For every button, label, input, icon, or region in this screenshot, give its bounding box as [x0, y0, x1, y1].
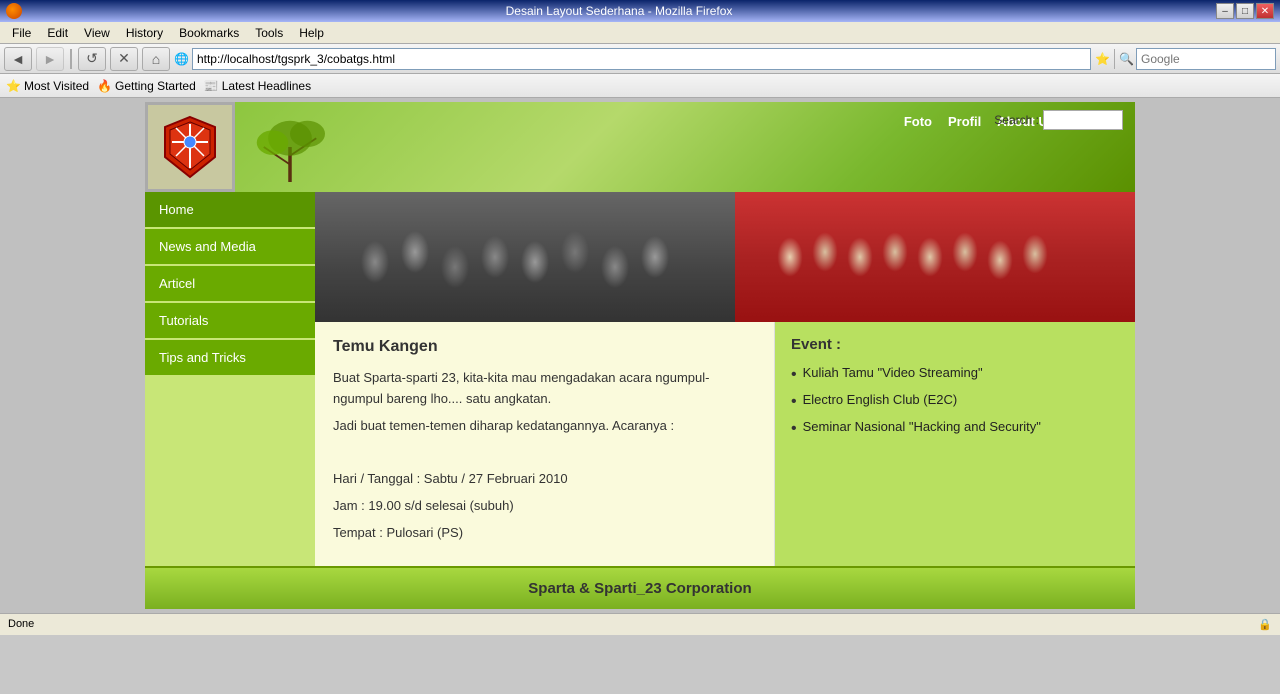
menu-bar: File Edit View History Bookmarks Tools H… [0, 22, 1280, 44]
browser-viewport: Foto Profil About Us Search : Home Ne [0, 98, 1280, 613]
menu-history[interactable]: History [118, 24, 171, 42]
forward-button[interactable]: ► [36, 47, 64, 71]
latest-headlines-icon: 📰 [204, 79, 219, 93]
content-sidebar: Event : • Kuliah Tamu "Video Streaming" … [775, 322, 1135, 566]
site-footer: Sparta & Sparti_23 Corporation [145, 566, 1135, 609]
bookmarks-bar: ⭐ Most Visited 🔥 Getting Started 📰 Lates… [0, 74, 1280, 98]
search-bar: 🔍 [1119, 48, 1276, 70]
event-label-0: Kuliah Tamu "Video Streaming" [803, 365, 983, 380]
site-body: Home News and Media Articel Tutorials Ti… [145, 192, 1135, 566]
group-photo [315, 192, 735, 322]
lock-icon: ⭐ [1095, 52, 1110, 66]
uniform-photo [735, 192, 1135, 322]
address-input[interactable] [192, 48, 1091, 70]
status-bar: Done 🔒 [0, 613, 1280, 635]
uniform-photo-container [735, 192, 1135, 322]
content-main: Temu Kangen Buat Sparta-sparti 23, kita-… [315, 322, 1135, 566]
event-item-1: • Electro English Club (E2C) [791, 392, 1119, 411]
minimize-button[interactable]: – [1216, 3, 1234, 19]
close-button[interactable]: ✕ [1256, 3, 1274, 19]
bullet-1: • [791, 392, 797, 411]
bookmark-most-visited[interactable]: ⭐ Most Visited [6, 79, 89, 93]
nav-item-articel[interactable]: Articel [145, 266, 315, 303]
header-search-input[interactable] [1043, 110, 1123, 130]
logo-svg [160, 112, 220, 182]
event-title: Event : [791, 336, 1119, 353]
nav-foto[interactable]: Foto [904, 114, 932, 129]
address-bar: 🌐 [174, 48, 1091, 70]
content-article: Temu Kangen Buat Sparta-sparti 23, kita-… [315, 322, 775, 566]
search-engine-icon: 🔍 [1119, 52, 1134, 66]
article-para-1: Jadi buat temen-temen diharap kedatangan… [333, 416, 756, 437]
bookmark-latest-headlines[interactable]: 📰 Latest Headlines [204, 79, 311, 93]
bookmark-getting-started[interactable]: 🔥 Getting Started [97, 79, 196, 93]
nav-item-home[interactable]: Home [145, 192, 315, 229]
bullet-0: • [791, 365, 797, 384]
back-button[interactable]: ◄ [4, 47, 32, 71]
status-text: Done [8, 618, 34, 630]
nav-item-news-media[interactable]: News and Media [145, 229, 315, 266]
article-title: Temu Kangen [333, 338, 756, 356]
article-para-5: Tempat : Pulosari (PS) [333, 523, 756, 544]
event-label-1: Electro English Club (E2C) [803, 392, 958, 407]
nav-profil[interactable]: Profil [948, 114, 981, 129]
firefox-logo [6, 3, 22, 19]
site-content: Temu Kangen Buat Sparta-sparti 23, kita-… [315, 192, 1135, 566]
event-item-0: • Kuliah Tamu "Video Streaming" [791, 365, 1119, 384]
menu-tools[interactable]: Tools [247, 24, 291, 42]
search-input[interactable] [1136, 48, 1276, 70]
menu-edit[interactable]: Edit [39, 24, 76, 42]
getting-started-icon: 🔥 [97, 79, 112, 93]
site-header: Foto Profil About Us Search : [145, 102, 1135, 192]
window-controls: – □ ✕ [1216, 3, 1274, 19]
group-photo-container [315, 192, 735, 322]
window-title: Desain Layout Sederhana - Mozilla Firefo… [22, 4, 1216, 18]
search-label: Search : [994, 113, 1039, 127]
event-item-2: • Seminar Nasional "Hacking and Security… [791, 419, 1119, 438]
navigation-toolbar: ◄ ► ↺ ✕ ⌂ 🌐 ⭐ 🔍 [0, 44, 1280, 74]
site-logo [145, 102, 235, 192]
browser-window: Desain Layout Sederhana - Mozilla Firefo… [0, 0, 1280, 635]
article-para-3: Hari / Tanggal : Sabtu / 27 Februari 201… [333, 469, 756, 490]
event-label-2: Seminar Nasional "Hacking and Security" [803, 419, 1041, 434]
page-icon: 🌐 [174, 52, 189, 66]
site-nav: Home News and Media Articel Tutorials Ti… [145, 192, 315, 566]
menu-view[interactable]: View [76, 24, 118, 42]
nav-item-tutorials[interactable]: Tutorials [145, 303, 315, 340]
article-para-4: Jam : 19.00 s/d selesai (subuh) [333, 496, 756, 517]
menu-file[interactable]: File [4, 24, 39, 42]
header-banner: Foto Profil About Us Search : [235, 102, 1135, 192]
reload-button[interactable]: ↺ [78, 47, 106, 71]
menu-bookmarks[interactable]: Bookmarks [171, 24, 247, 42]
footer-text: Sparta & Sparti_23 Corporation [528, 580, 751, 597]
maximize-button[interactable]: □ [1236, 3, 1254, 19]
content-images [315, 192, 1135, 322]
bookmark-most-visited-label: Most Visited [24, 79, 89, 93]
header-tree-decoration [245, 112, 335, 182]
site-wrapper: Foto Profil About Us Search : Home Ne [145, 102, 1135, 609]
bookmark-latest-headlines-label: Latest Headlines [222, 79, 311, 93]
event-list: • Kuliah Tamu "Video Streaming" • Electr… [791, 365, 1119, 439]
home-button[interactable]: ⌂ [142, 47, 170, 71]
security-icon: 🔒 [1258, 618, 1272, 631]
article-para-2 [333, 442, 756, 463]
most-visited-icon: ⭐ [6, 79, 21, 93]
bullet-2: • [791, 419, 797, 438]
nav-item-tips-tricks[interactable]: Tips and Tricks [145, 340, 315, 377]
stop-button[interactable]: ✕ [110, 47, 138, 71]
bookmark-getting-started-label: Getting Started [115, 79, 196, 93]
menu-help[interactable]: Help [291, 24, 332, 42]
header-search: Search : [994, 110, 1123, 130]
article-para-0: Buat Sparta-sparti 23, kita-kita mau men… [333, 368, 756, 410]
title-bar: Desain Layout Sederhana - Mozilla Firefo… [0, 0, 1280, 22]
